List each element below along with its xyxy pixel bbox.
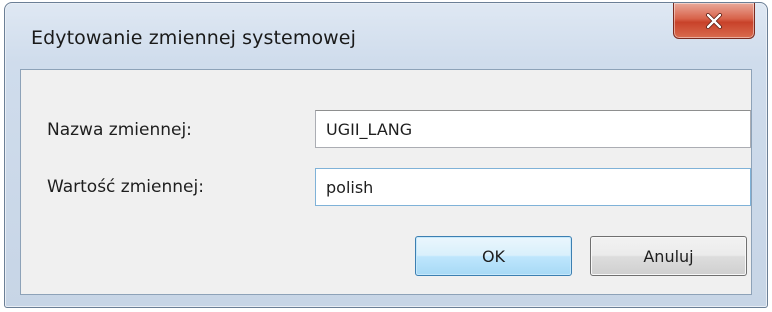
- close-icon: [706, 12, 722, 29]
- dialog-title: Edytowanie zmiennej systemowej: [31, 27, 356, 49]
- ok-button-label: OK: [481, 246, 506, 266]
- variable-value-input[interactable]: [315, 168, 751, 206]
- variable-value-label: Wartość zmiennej:: [47, 177, 204, 197]
- close-button[interactable]: [673, 3, 755, 39]
- dialog-body: Nazwa zmiennej: Wartość zmiennej: OK Anu…: [20, 69, 752, 295]
- cancel-button-label: Anuluj: [643, 246, 694, 266]
- cancel-button[interactable]: Anuluj: [590, 236, 747, 276]
- dialog-window: Edytowanie zmiennej systemowej Nazwa zmi…: [4, 2, 768, 308]
- ok-button[interactable]: OK: [415, 236, 572, 276]
- variable-name-input[interactable]: [315, 110, 751, 148]
- variable-name-label: Nazwa zmiennej:: [47, 120, 192, 140]
- title-bar[interactable]: Edytowanie zmiennej systemowej: [5, 3, 767, 69]
